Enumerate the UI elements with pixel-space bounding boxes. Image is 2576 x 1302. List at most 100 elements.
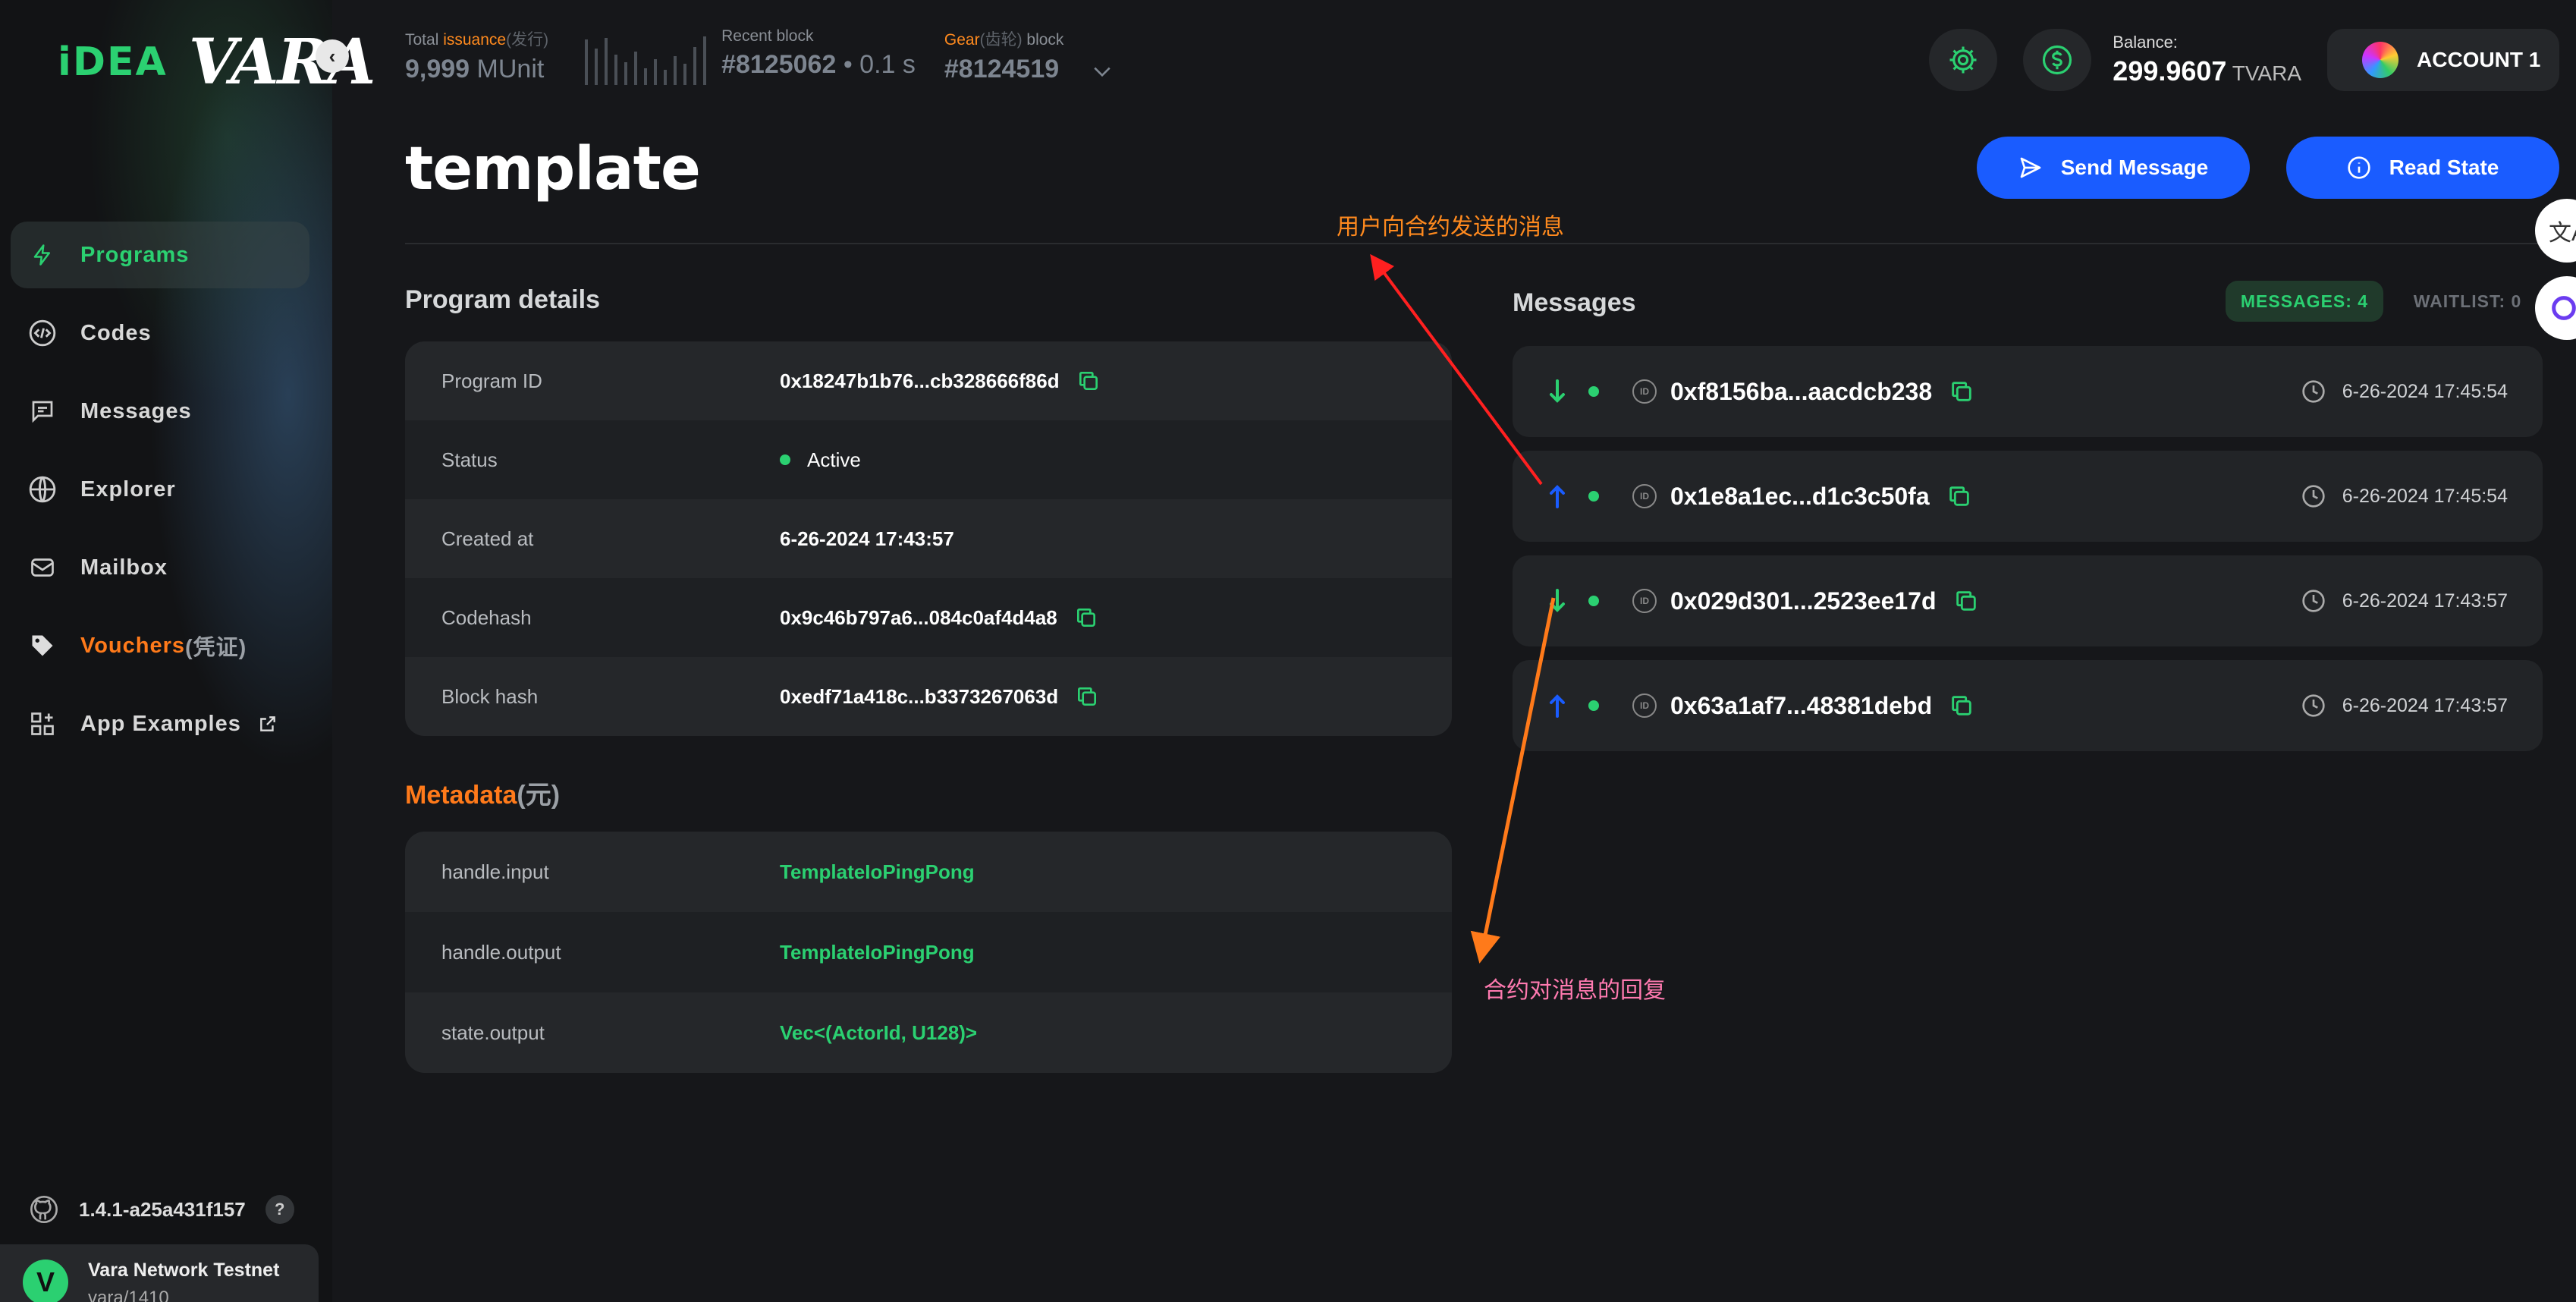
sidebar-item-vouchers[interactable]: Vouchers (凭证) bbox=[11, 612, 309, 679]
copy-icon[interactable] bbox=[1953, 588, 1979, 614]
message-time: 6-26-2024 17:43:57 bbox=[2301, 693, 2508, 718]
detail-row-codehash: Codehash 0x9c46b797a6...084c0af4d4a8 bbox=[405, 578, 1452, 657]
send-message-button[interactable]: Send Message bbox=[1977, 137, 2250, 199]
gear-icon bbox=[1947, 44, 1979, 76]
spark-bar bbox=[654, 59, 658, 85]
issuance-label-highlight: issuance bbox=[443, 31, 507, 49]
spark-bar bbox=[703, 36, 707, 85]
balance-unit: TVARA bbox=[2226, 61, 2301, 85]
spark-bar bbox=[614, 55, 618, 85]
sidebar-item-app-examples[interactable]: App Examples bbox=[11, 690, 309, 757]
status-dot bbox=[780, 454, 790, 465]
assistant-icon bbox=[2549, 293, 2576, 323]
sidebar-item-label: Codes bbox=[80, 320, 152, 345]
sidebar-item-mailbox[interactable]: Mailbox bbox=[11, 534, 309, 601]
arrow-contract-reply bbox=[1470, 597, 1556, 964]
metadata-row: state.output Vec<(ActorId, U128)> bbox=[405, 992, 1452, 1073]
detail-value[interactable]: 0xedf71a418c...b3373267063d bbox=[780, 685, 1058, 709]
send-message-label: Send Message bbox=[2060, 156, 2209, 179]
gear-label: Gear bbox=[944, 31, 980, 49]
metadata-value: Vec<(ActorId, U128)> bbox=[780, 1021, 978, 1044]
translate-icon: 文A bbox=[2549, 221, 2576, 246]
message-id-link[interactable]: 0x1e8a1ec...d1c3c50fa bbox=[1670, 483, 1930, 511]
logo-idea: iDEA bbox=[58, 39, 168, 85]
message-id-link[interactable]: 0xf8156ba...aacdcb238 bbox=[1670, 378, 1932, 406]
detail-key: Program ID bbox=[441, 369, 542, 392]
help-button[interactable]: ? bbox=[265, 1195, 294, 1224]
sidebar-item-label: Mailbox bbox=[80, 555, 168, 580]
detail-key: Block hash bbox=[441, 684, 539, 708]
copy-icon[interactable] bbox=[1946, 483, 1972, 509]
id-icon: ID bbox=[1632, 589, 1657, 613]
copy-icon[interactable] bbox=[1075, 684, 1099, 709]
sidebar-item-codes[interactable]: Codes bbox=[11, 300, 309, 366]
message-id-link[interactable]: 0x63a1af7...48381debd bbox=[1670, 692, 1932, 720]
account-label: ACCOUNT 1 bbox=[2417, 48, 2541, 71]
issuance-unit: MUnit bbox=[470, 55, 545, 83]
copy-icon[interactable] bbox=[1949, 693, 1974, 719]
account-button[interactable]: ACCOUNT 1 bbox=[2327, 29, 2559, 91]
metadata-key: handle.input bbox=[441, 860, 549, 883]
copy-icon[interactable] bbox=[1074, 605, 1098, 630]
sidebar-item-label: Explorer bbox=[80, 476, 176, 502]
sidebar-item-explorer[interactable]: Explorer bbox=[11, 456, 309, 523]
spark-bar bbox=[693, 47, 697, 85]
waitlist-count-badge[interactable]: WAITLIST: 0 bbox=[2399, 281, 2537, 322]
spark-bar bbox=[664, 70, 668, 85]
network-switcher[interactable]: V Vara Network Testnet vara/1410 bbox=[0, 1244, 319, 1302]
messages-count-badge[interactable]: MESSAGES: 4 bbox=[2226, 281, 2383, 322]
message-icon bbox=[27, 396, 58, 426]
title-divider bbox=[405, 243, 2576, 244]
copy-icon[interactable] bbox=[1076, 369, 1101, 393]
lightning-icon bbox=[27, 240, 58, 270]
settings-button[interactable] bbox=[1929, 29, 1998, 91]
clock-icon bbox=[2301, 379, 2326, 404]
detail-value[interactable]: 0x9c46b797a6...084c0af4d4a8 bbox=[780, 606, 1057, 630]
metadata-row: handle.output TemplateIoPingPong bbox=[405, 912, 1452, 992]
metadata-title-label: Metadata bbox=[405, 781, 517, 810]
message-timestamp: 6-26-2024 17:43:57 bbox=[2342, 590, 2508, 612]
messages-title: Messages bbox=[1513, 288, 1636, 317]
message-time: 6-26-2024 17:45:54 bbox=[2301, 484, 2508, 508]
chevron-down-icon[interactable] bbox=[1092, 59, 1112, 85]
message-item[interactable]: ID 0xf8156ba...aacdcb238 6-26-2024 17:45… bbox=[1513, 346, 2543, 437]
message-id-link[interactable]: 0x029d301...2523ee17d bbox=[1670, 587, 1937, 615]
spark-bar bbox=[634, 52, 638, 85]
version-label: 1.4.1-a25a431f157 bbox=[79, 1197, 246, 1221]
sidebar: iDEA VARA Programs Codes Messages Explor… bbox=[0, 0, 375, 1302]
id-icon: ID bbox=[1632, 484, 1657, 508]
block-sparkline bbox=[585, 33, 707, 85]
message-item[interactable]: ID 0x1e8a1ec...d1c3c50fa 6-26-2024 17:45… bbox=[1513, 451, 2543, 542]
detail-row-created-at: Created at 6-26-2024 17:43:57 bbox=[405, 499, 1452, 578]
tag-icon bbox=[27, 631, 58, 661]
read-state-button[interactable]: Read State bbox=[2286, 137, 2559, 199]
assistant-widget[interactable] bbox=[2535, 276, 2576, 340]
dollar-coin-icon bbox=[2041, 44, 2073, 76]
spark-bar bbox=[624, 62, 628, 85]
message-item[interactable]: ID 0x63a1af7...48381debd 6-26-2024 17:43… bbox=[1513, 660, 2543, 751]
detail-value: 0x18247b1b76...cb328666f86d bbox=[780, 369, 1060, 392]
sidebar-item-messages[interactable]: Messages bbox=[11, 378, 309, 445]
detail-key: Codehash bbox=[441, 605, 532, 629]
message-time: 6-26-2024 17:45:54 bbox=[2301, 379, 2508, 404]
get-balance-button[interactable] bbox=[2023, 29, 2092, 91]
github-icon[interactable] bbox=[29, 1194, 59, 1225]
info-icon bbox=[2347, 156, 2371, 180]
status-badge: Active bbox=[807, 448, 861, 471]
gear-block-value: #8124519 bbox=[944, 55, 1060, 83]
collapse-sidebar-button[interactable]: ‹ bbox=[316, 39, 349, 73]
page-title: template bbox=[405, 135, 701, 203]
copy-icon[interactable] bbox=[1949, 379, 1974, 404]
message-status-dot bbox=[1588, 386, 1599, 397]
recent-block-time: • 0.1 s bbox=[836, 50, 916, 79]
spark-bar bbox=[605, 38, 608, 85]
translate-widget[interactable]: 文A bbox=[2535, 199, 2576, 263]
avatar bbox=[2362, 42, 2399, 78]
network-sub: vara/1410 bbox=[88, 1288, 169, 1302]
message-item[interactable]: ID 0x029d301...2523ee17d 6-26-2024 17:43… bbox=[1513, 555, 2543, 646]
send-icon bbox=[2018, 156, 2043, 180]
metadata-key: handle.output bbox=[441, 940, 561, 964]
gear-label-cn: (齿轮) bbox=[979, 31, 1023, 49]
sidebar-item-programs[interactable]: Programs bbox=[11, 222, 309, 288]
balance: Balance: 299.9607 TVARA bbox=[2113, 33, 2301, 87]
